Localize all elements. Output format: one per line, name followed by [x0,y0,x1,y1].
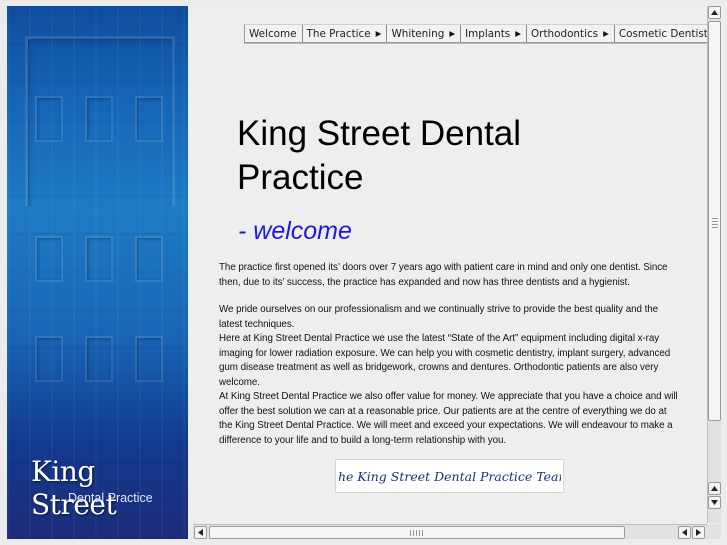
submenu-arrow-icon: ▶ [603,29,609,38]
scroll-left-button[interactable] [194,526,207,539]
menu-item-label: Welcome [249,27,297,40]
paragraph-line: At King Street Dental Practice we also o… [219,391,678,446]
window-emboss [85,236,113,282]
window-emboss [35,236,63,282]
window-emboss [35,336,63,382]
brand-subtitle: Dental Practice [68,491,153,505]
paragraph-line: We pride ourselves on our professionalis… [219,304,659,330]
horizontal-scroll-thumb[interactable] [209,526,625,539]
arrow-right-icon [696,529,701,536]
window-emboss [85,336,113,382]
window-emboss [35,96,63,142]
page-title: King Street Dental Practice [237,114,522,197]
menu-item-label: Whitening [391,27,445,40]
team-signature-image: The King Street Dental Practice Team [339,469,561,484]
paragraph-line: Here at King Street Dental Practice we u… [219,333,671,388]
brand-banner: King Street Dental Practice [7,6,188,539]
menu-item-label: The Practice [306,27,371,40]
arrow-down-icon [711,500,718,505]
scroll-up-button[interactable] [708,6,721,19]
menu-item-whitening[interactable]: Whitening ▶ [387,25,462,42]
team-signature-text: The King Street Dental Practice Team [339,469,561,484]
window-emboss [135,236,163,282]
scroll-up-button[interactable] [708,482,721,495]
vertical-scroll-thumb[interactable] [708,21,721,421]
menu-item-cosmetic-dentistry[interactable]: Cosmetic Dentistry [615,25,708,42]
scroll-left-button[interactable] [678,526,691,539]
menu-item-implants[interactable]: Implants ▶ [461,25,527,42]
menu-item-label: Orthodontics [531,27,599,40]
grip-icon [410,530,424,536]
brand-name: King Street [31,455,117,521]
scroll-right-button[interactable] [692,526,705,539]
team-signature-banner: The King Street Dental Practice Team [335,459,564,493]
arrow-up-icon [711,10,718,15]
horizontal-scrollbar[interactable] [193,524,707,539]
submenu-arrow-icon: ▶ [515,29,521,38]
window-emboss [135,96,163,142]
submenu-arrow-icon: ▶ [449,29,456,38]
menu-item-welcome[interactable]: Welcome [245,25,303,42]
menu-item-label: Cosmetic Dentistry [618,27,708,40]
arrow-up-icon [711,486,718,491]
page-subtitle: - welcome [238,217,352,245]
details-paragraph: We pride ourselves on our professionalis… [219,303,679,448]
intro-paragraph: The practice first opened its’ doors ove… [219,262,668,288]
window-emboss [135,336,163,382]
arrow-left-icon [198,529,203,536]
scrollbar-corner [707,524,721,539]
grip-icon [712,218,718,228]
menu-item-orthodontics[interactable]: Orthodontics ▶ [527,25,615,42]
submenu-arrow-icon: ▶ [375,29,382,38]
window-emboss [85,96,113,142]
vertical-scrollbar[interactable] [707,6,721,523]
menu-item-label: Implants [465,27,511,40]
arrow-left-icon [682,529,687,536]
menu-item-the-practice[interactable]: The Practice ▶ [303,25,388,42]
scroll-down-button[interactable] [708,496,721,509]
main-menu: Welcome The Practice ▶ Whitening ▶ Impla… [244,24,708,43]
